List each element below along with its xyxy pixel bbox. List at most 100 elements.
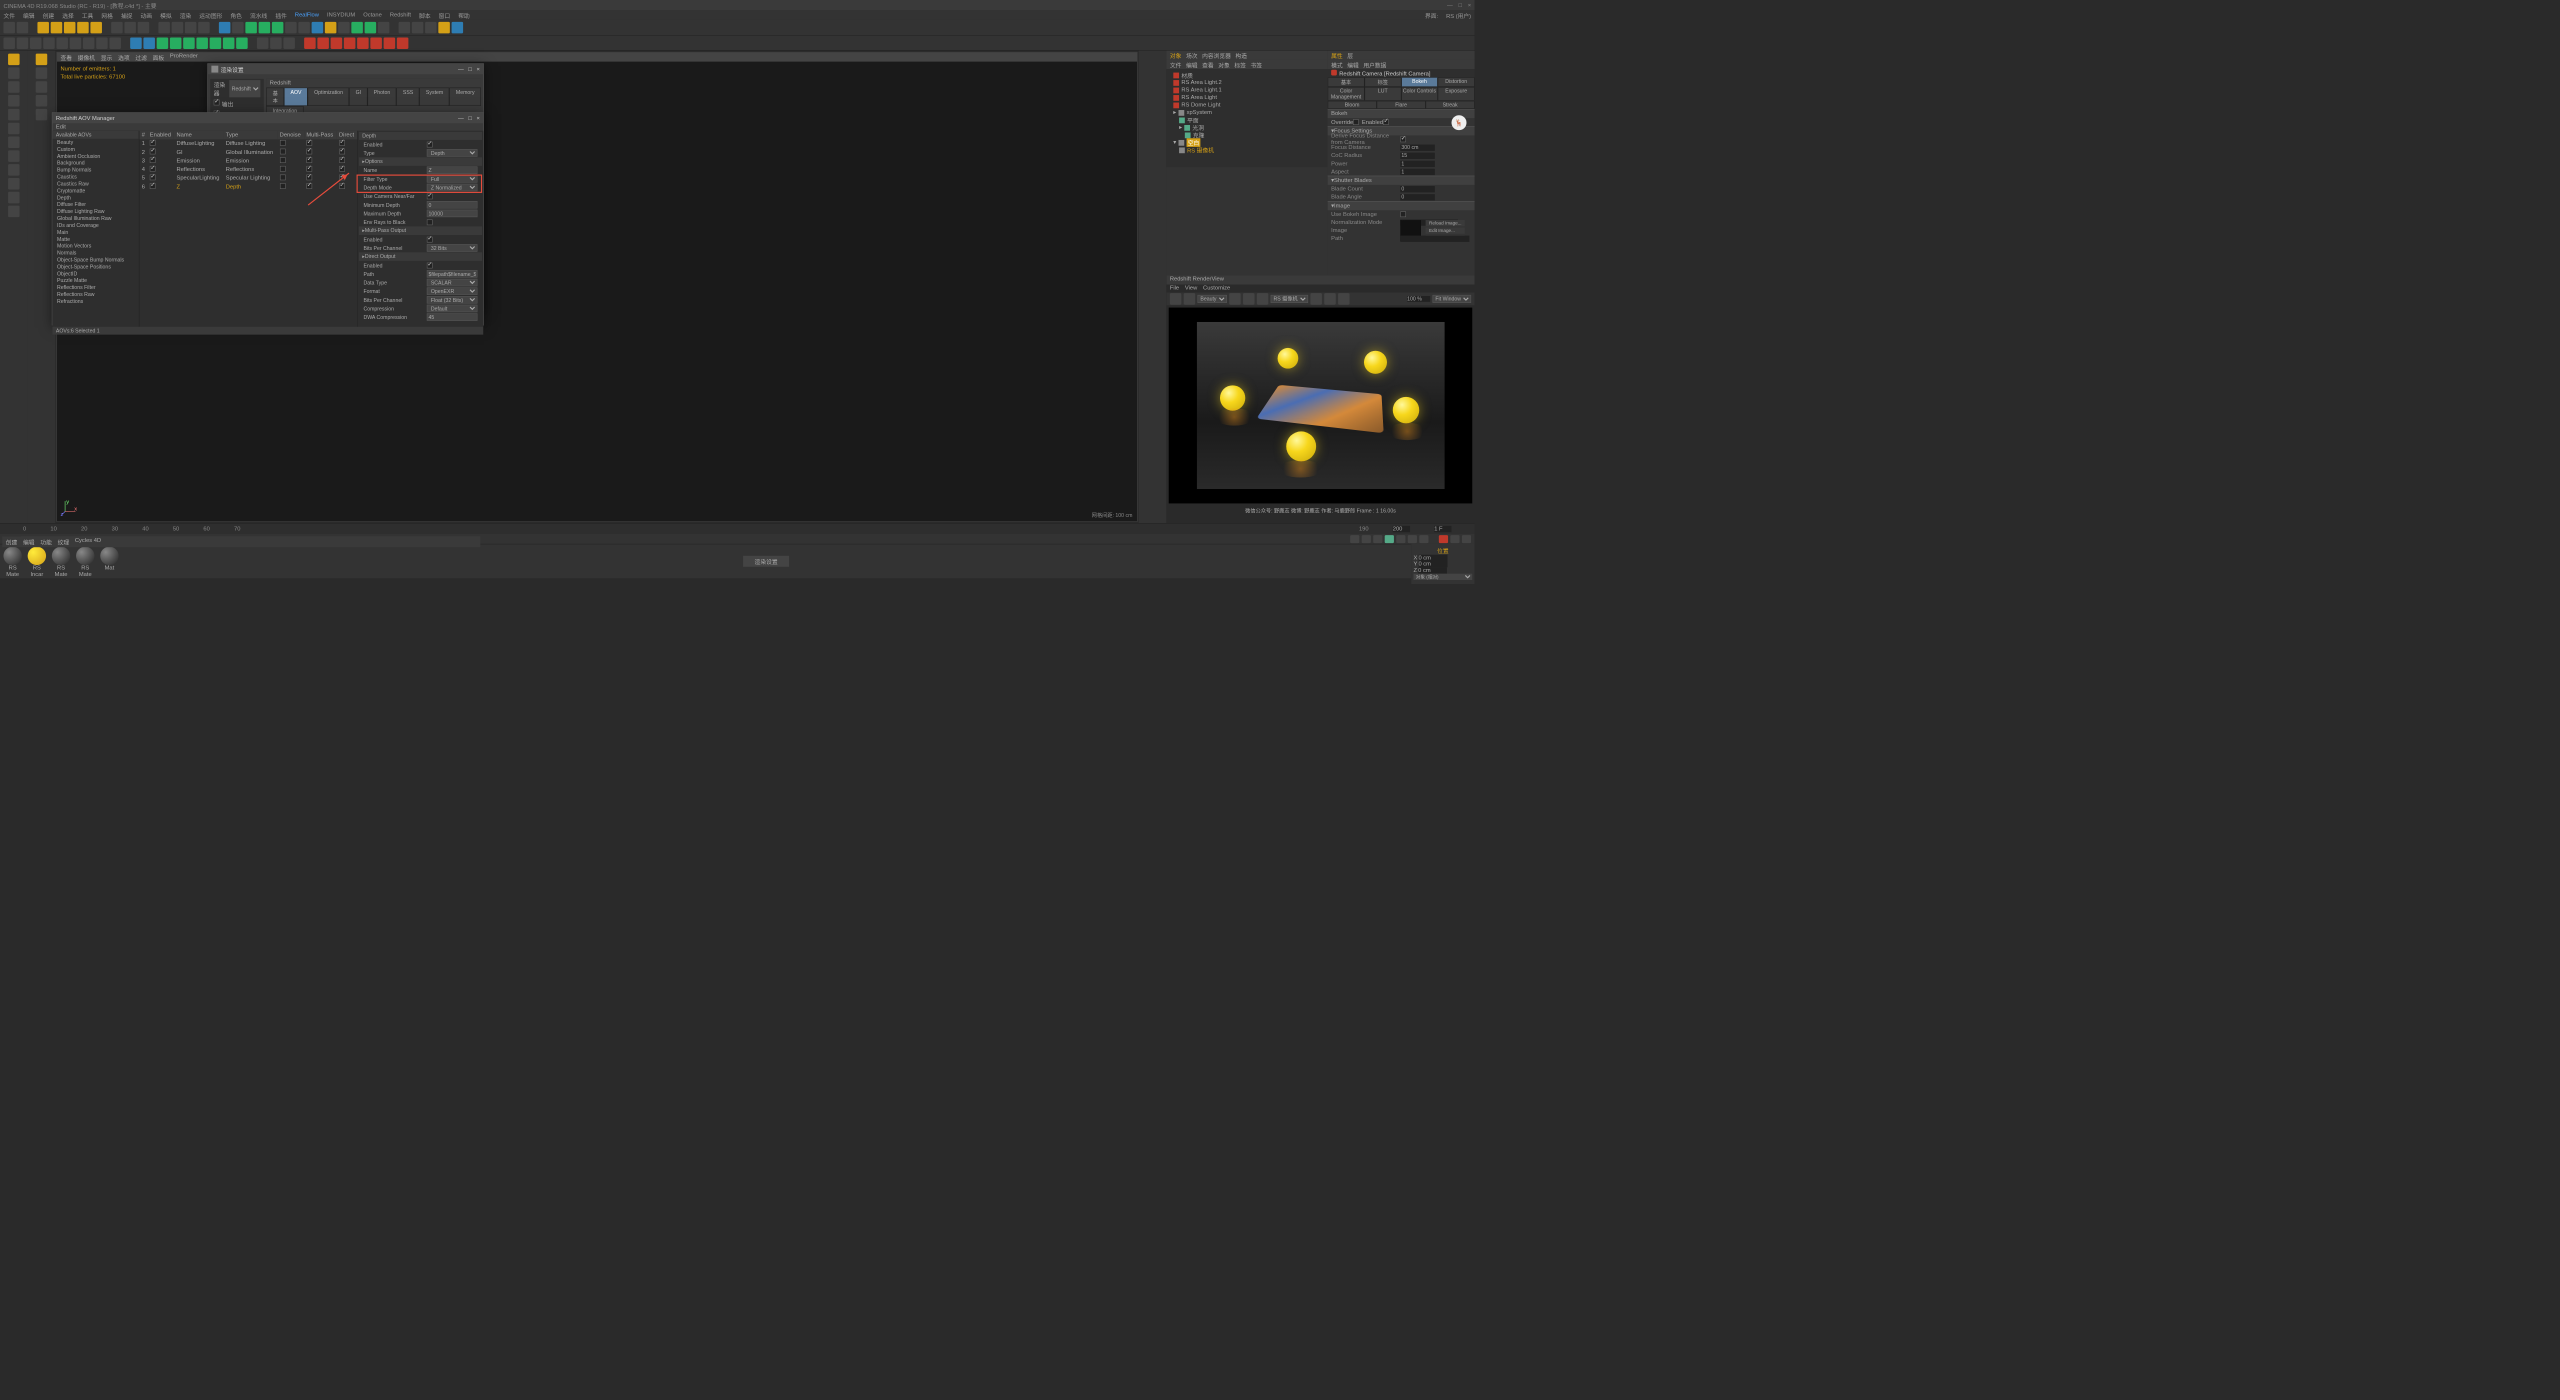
- aov-available-item[interactable]: Object-Space Positions: [52, 263, 138, 270]
- rv-file[interactable]: File: [1170, 285, 1179, 292]
- rs-8-icon[interactable]: [397, 37, 409, 49]
- aov-available-item[interactable]: Reflections Filter: [52, 284, 138, 291]
- mat-slot[interactable]: RS Mate: [2, 547, 23, 576]
- aov-active-table[interactable]: #EnabledNameTypeDenoiseMulti-PassDirect …: [139, 131, 358, 327]
- aov-available-item[interactable]: Normals: [52, 249, 138, 256]
- rstab-aov[interactable]: AOV: [284, 88, 308, 106]
- aov-path-input[interactable]: [427, 270, 478, 277]
- attrtab-flare[interactable]: Flare: [1377, 101, 1426, 109]
- vp-tab-filter[interactable]: 过滤: [135, 53, 147, 61]
- attrtab-bokeh[interactable]: Bokeh: [1401, 77, 1438, 87]
- workplane-icon[interactable]: [8, 95, 20, 107]
- mat-create[interactable]: 创建: [6, 537, 18, 546]
- aov-available-item[interactable]: Ambient Occlusion: [52, 153, 138, 160]
- vp-tab-display[interactable]: 显示: [101, 53, 113, 61]
- axis-y-icon[interactable]: [124, 22, 136, 34]
- window-min-icon[interactable]: —: [1447, 2, 1453, 8]
- menu-redshift[interactable]: Redshift: [390, 12, 411, 18]
- mograph-icon[interactable]: [351, 22, 363, 34]
- light-icon[interactable]: [298, 22, 310, 34]
- om-view[interactable]: 查看: [1202, 60, 1214, 68]
- vp-tab-view[interactable]: 查看: [60, 53, 72, 61]
- object-tree[interactable]: 材质 RS Area Light.2 RS Area Light.1 RS Ar…: [1166, 69, 1327, 167]
- rv-stop-icon[interactable]: [1184, 293, 1196, 305]
- undo-icon[interactable]: [3, 22, 15, 34]
- rv-snapshot-icon[interactable]: [1243, 293, 1255, 305]
- aov-dwa-input[interactable]: [427, 313, 478, 320]
- menu-anim[interactable]: 动画: [141, 11, 153, 20]
- rv-start-icon[interactable]: [1170, 293, 1182, 305]
- tl-play-icon[interactable]: [1385, 535, 1394, 543]
- camera-icon[interactable]: [285, 22, 297, 34]
- aov-available-item[interactable]: Diffuse Filter: [52, 201, 138, 208]
- attrtab-tag[interactable]: 标签: [1364, 77, 1401, 87]
- attr-userdata[interactable]: 用户数据: [1363, 60, 1386, 68]
- tb2-20-icon[interactable]: [270, 37, 282, 49]
- mat-slot[interactable]: RS Incar: [26, 547, 47, 576]
- aov-envblack-checkbox[interactable]: [427, 219, 433, 225]
- menu-sim[interactable]: 模拟: [160, 11, 172, 20]
- focus-distance-input[interactable]: [1400, 144, 1435, 150]
- path-input[interactable]: [1400, 235, 1469, 241]
- tl-nextframe-icon[interactable]: [1396, 535, 1405, 543]
- poly-mode-icon[interactable]: [8, 137, 20, 149]
- rs-5-icon[interactable]: [357, 37, 369, 49]
- render-region-icon[interactable]: [172, 22, 184, 34]
- rv-camera-select[interactable]: RS 摄像机: [1271, 295, 1308, 303]
- attr-tab[interactable]: 属性: [1331, 51, 1343, 59]
- aov-available-item[interactable]: Background: [52, 160, 138, 167]
- spline-icon[interactable]: [232, 22, 244, 34]
- attrtab-colormgmt[interactable]: Color Management: [1328, 87, 1365, 101]
- menu-edit[interactable]: 编辑: [23, 11, 35, 20]
- vp-tab-camera[interactable]: 摄像机: [78, 53, 95, 61]
- menu-render[interactable]: 渲染: [180, 11, 192, 20]
- rv-grid-icon[interactable]: [1324, 293, 1336, 305]
- workplane2-icon[interactable]: [8, 192, 20, 204]
- tl-gotoend-icon[interactable]: [1419, 535, 1428, 543]
- axis-mode-icon[interactable]: [8, 150, 20, 162]
- menu-plugins[interactable]: 插件: [275, 11, 287, 20]
- vp-tab-prorender[interactable]: ProRender: [170, 53, 198, 61]
- menu-script[interactable]: 脚本: [419, 11, 431, 20]
- rv-fit-select[interactable]: Fit Window: [1433, 295, 1472, 303]
- menu-select[interactable]: 选择: [62, 11, 74, 20]
- scale-icon[interactable]: [64, 22, 76, 34]
- tb2-18-icon[interactable]: [236, 37, 248, 49]
- tb2-4-icon[interactable]: [43, 37, 55, 49]
- om-tags[interactable]: 标签: [1234, 60, 1246, 68]
- rotate-icon[interactable]: [77, 22, 89, 34]
- layout-value[interactable]: RS (用户): [1446, 11, 1471, 20]
- cross-icon[interactable]: [36, 54, 48, 66]
- menu-insydium[interactable]: INSYDIUM: [327, 12, 355, 18]
- rv-zoom-input[interactable]: [1407, 296, 1430, 302]
- mat-slot[interactable]: RS Mate: [51, 547, 72, 576]
- menu-create[interactable]: 创建: [43, 11, 55, 20]
- aov-comp-select[interactable]: Default: [427, 305, 478, 312]
- derive-focus-checkbox[interactable]: [1400, 137, 1406, 143]
- attrtab-exposure[interactable]: Exposure: [1438, 87, 1475, 101]
- tb2-19-icon[interactable]: [257, 37, 269, 49]
- reload-image-button[interactable]: Reload Image...: [1426, 220, 1465, 226]
- menu-window[interactable]: 窗口: [439, 11, 451, 20]
- aov-available-item[interactable]: Motion Vectors: [52, 242, 138, 249]
- menu-mesh[interactable]: 网格: [101, 11, 113, 20]
- menu-tools[interactable]: 工具: [82, 11, 94, 20]
- tb2-15-icon[interactable]: [196, 37, 208, 49]
- render-settings-icon[interactable]: [198, 22, 210, 34]
- power-input[interactable]: [1400, 160, 1435, 166]
- menu-realflow[interactable]: RealFlow: [295, 12, 319, 18]
- rv-view[interactable]: View: [1185, 285, 1197, 292]
- select-icon[interactable]: [37, 22, 49, 34]
- aov-dtype-select[interactable]: SCALAR: [427, 279, 478, 286]
- mat-slot[interactable]: RS Mate: [75, 547, 96, 576]
- aov-max-icon[interactable]: □: [468, 115, 471, 121]
- dynamics-icon[interactable]: [338, 22, 350, 34]
- mat-tex[interactable]: 纹理: [58, 537, 70, 546]
- redo-icon[interactable]: [17, 22, 29, 34]
- tl-record-icon[interactable]: [1439, 535, 1448, 543]
- tb2-8-icon[interactable]: [96, 37, 108, 49]
- aov-format-select[interactable]: OpenEXR: [427, 287, 478, 294]
- aov-bpp2-select[interactable]: Float (32 Bits): [427, 296, 478, 303]
- tb2-5-icon[interactable]: [56, 37, 68, 49]
- tb2-17-icon[interactable]: [223, 37, 235, 49]
